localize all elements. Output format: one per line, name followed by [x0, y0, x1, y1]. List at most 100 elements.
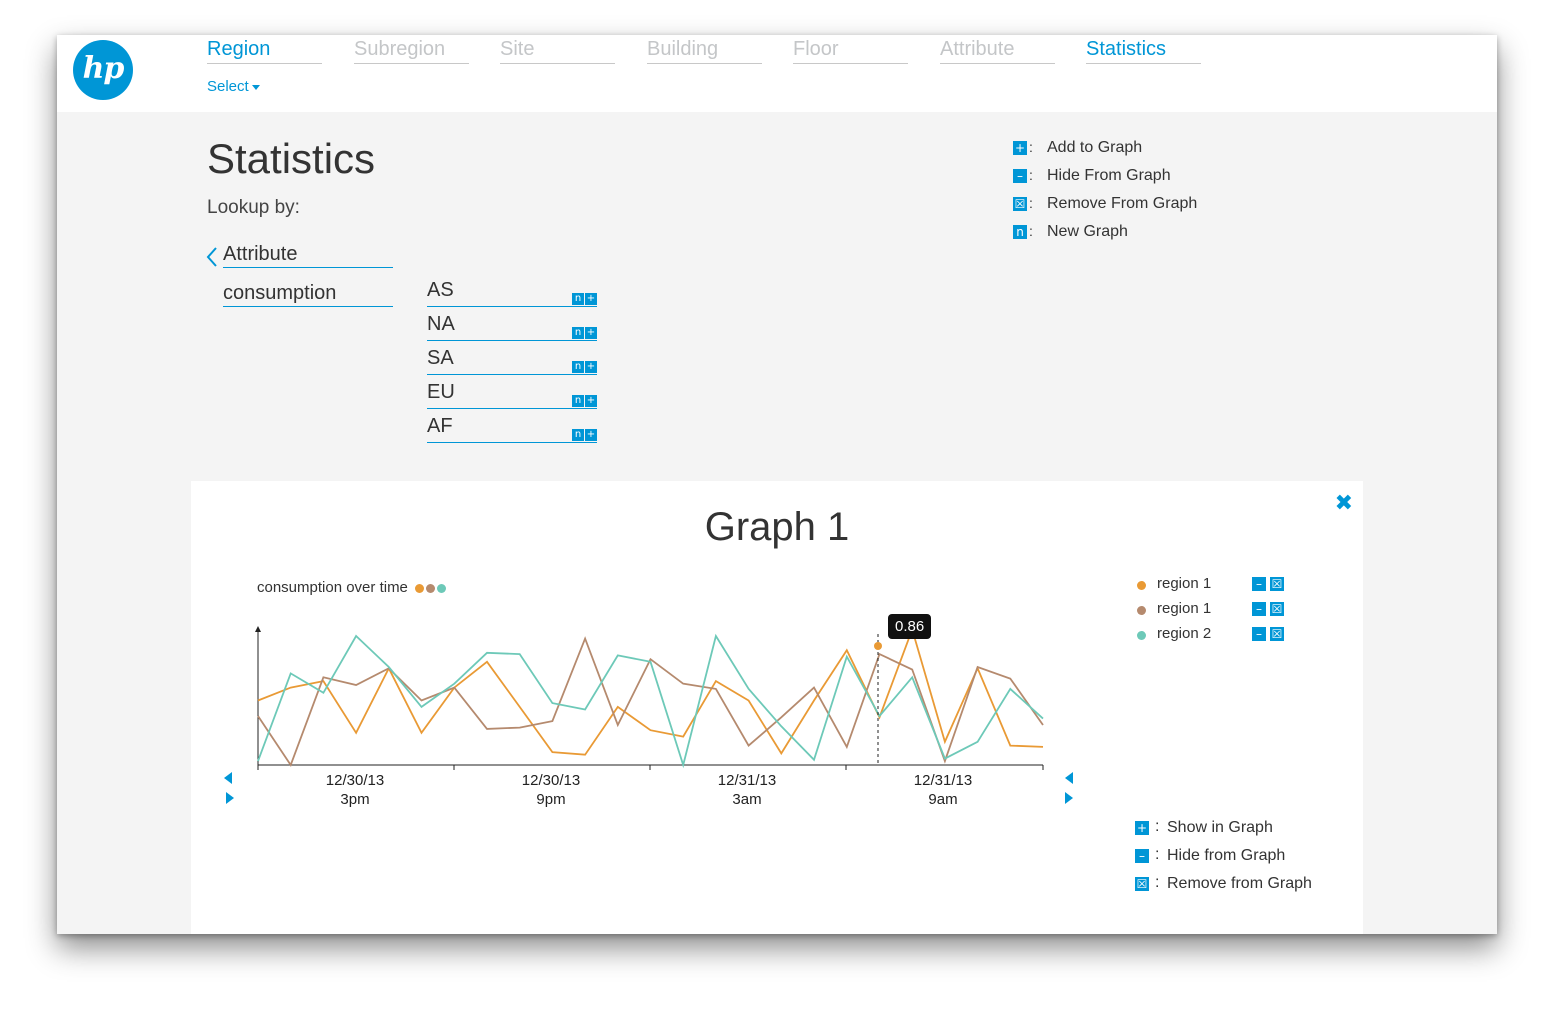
x-tick-label-date: 12/30/13	[522, 772, 580, 789]
series-legend-item: region 1 – ☒	[1137, 575, 1337, 600]
hide-icon[interactable]: –	[1252, 602, 1266, 616]
colon: :	[1029, 167, 1033, 183]
region-actions: n +	[572, 327, 597, 339]
region-label: AS	[427, 279, 454, 301]
y-axis-arrow-icon	[255, 626, 261, 632]
logo-text: hp	[82, 51, 125, 86]
colon: :	[1029, 195, 1033, 211]
series-legend-item: region 2 – ☒	[1137, 625, 1337, 650]
x-tick-label-time: 9am	[928, 791, 957, 808]
hide-icon[interactable]: –	[1252, 577, 1266, 591]
series-actions: – ☒	[1252, 627, 1284, 641]
lookup-label: Lookup by:	[207, 197, 300, 218]
app-window: hp Region Subregion Site Building Floor …	[57, 35, 1497, 934]
value-tooltip: 0.86	[888, 614, 932, 639]
legend-text: Hide from Graph	[1167, 847, 1286, 864]
new-graph-icon[interactable]: n	[572, 293, 584, 305]
caret-down-icon	[251, 84, 260, 90]
page-left-icon[interactable]	[224, 772, 232, 784]
legend-text: Show in Graph	[1167, 819, 1273, 836]
remove-icon[interactable]: ☒	[1270, 577, 1284, 591]
select-dropdown[interactable]: Select	[207, 78, 260, 95]
breadcrumb-region[interactable]: Region	[207, 38, 322, 64]
legend-text: Remove From Graph	[1047, 195, 1198, 212]
region-label: AF	[427, 415, 453, 437]
colon: :	[1155, 874, 1160, 891]
new-graph-icon[interactable]: n	[572, 429, 584, 441]
colon: :	[1155, 818, 1160, 835]
legend-text: Hide From Graph	[1047, 167, 1171, 184]
remove-icon: ☒	[1013, 197, 1027, 211]
new-graph-icon[interactable]: n	[572, 361, 584, 373]
x-tick-label-time: 9pm	[536, 791, 565, 808]
page-right-icon[interactable]	[226, 792, 234, 804]
breadcrumb-attribute[interactable]: Attribute	[940, 38, 1055, 64]
series-name: region 2	[1157, 625, 1212, 642]
remove-icon[interactable]: ☒	[1270, 627, 1284, 641]
add-icon[interactable]: +	[585, 429, 597, 441]
series-dot-icon	[1137, 606, 1146, 615]
region-item-as[interactable]: AS n +	[427, 279, 597, 307]
x-tick-label-date: 12/30/13	[326, 772, 384, 789]
page-title: Statistics	[207, 135, 376, 182]
region-actions: n +	[572, 395, 597, 407]
hp-logo[interactable]: hp	[73, 40, 133, 100]
series-actions: – ☒	[1252, 577, 1284, 591]
breadcrumb-statistics[interactable]: Statistics	[1086, 38, 1201, 64]
colon: :	[1155, 846, 1160, 863]
select-label: Select	[207, 78, 249, 95]
add-icon[interactable]: +	[585, 395, 597, 407]
add-icon[interactable]: +	[585, 293, 597, 305]
breadcrumb-building[interactable]: Building	[647, 38, 762, 64]
new-graph-icon[interactable]: n	[572, 395, 584, 407]
page-right-icon[interactable]	[1065, 792, 1073, 804]
page-left-icon[interactable]	[1065, 772, 1073, 784]
line-chart: 12/30/13 3pm 12/30/13 9pm 12/31/13 3am 12/31/1…	[224, 626, 1073, 808]
hide-icon: –	[1135, 849, 1149, 863]
hide-icon: –	[1013, 169, 1027, 183]
breadcrumb-floor[interactable]: Floor	[793, 38, 908, 64]
region-actions: n +	[572, 361, 597, 373]
region-label: EU	[427, 381, 455, 403]
attribute-selector[interactable]: Attribute	[223, 243, 393, 268]
remove-icon[interactable]: ☒	[1270, 602, 1284, 616]
legend-text: Add to Graph	[1047, 139, 1143, 156]
remove-icon: ☒	[1135, 877, 1149, 891]
add-icon[interactable]: +	[585, 361, 597, 373]
series-legend-item: region 1 – ☒	[1137, 600, 1337, 625]
region-item-sa[interactable]: SA n +	[427, 347, 597, 375]
top-nav-bar: hp Region Subregion Site Building Floor …	[57, 35, 1497, 112]
series-line-2	[257, 636, 1044, 767]
show-icon: +	[1135, 821, 1149, 835]
x-tick-label-time: 3pm	[340, 791, 369, 808]
series-name: region 1	[1157, 600, 1212, 617]
region-item-na[interactable]: NA n +	[427, 313, 597, 341]
series-actions: – ☒	[1252, 602, 1284, 616]
series-dot-icon	[1137, 631, 1146, 640]
breadcrumb-site[interactable]: Site	[500, 38, 615, 64]
region-label: SA	[427, 347, 454, 369]
region-item-eu[interactable]: EU n +	[427, 381, 597, 409]
new-icon: n	[1013, 225, 1027, 239]
region-item-af[interactable]: AF n +	[427, 415, 597, 443]
highlighted-data-point	[874, 642, 882, 650]
breadcrumb-subregion[interactable]: Subregion	[354, 38, 469, 64]
legend-text: Remove from Graph	[1167, 875, 1312, 892]
series-dot-icon	[1137, 581, 1146, 590]
new-graph-icon[interactable]: n	[572, 327, 584, 339]
series-line-1	[257, 626, 1044, 756]
chevron-left-icon[interactable]	[205, 246, 219, 268]
attribute-value-consumption[interactable]: consumption	[223, 282, 393, 307]
region-actions: n +	[572, 429, 597, 441]
legend-text: New Graph	[1047, 223, 1128, 240]
add-icon: +	[1013, 141, 1027, 155]
x-tick-label-date: 12/31/13	[914, 772, 972, 789]
x-tick-label-date: 12/31/13	[718, 772, 776, 789]
add-icon[interactable]: +	[585, 327, 597, 339]
series-line-3	[257, 633, 1044, 769]
region-actions: n +	[572, 293, 597, 305]
colon: :	[1029, 223, 1033, 239]
series-legend: region 1– ☒ region 1– ☒ region 2– ☒	[1137, 575, 1337, 650]
series-name: region 1	[1157, 575, 1212, 592]
hide-icon[interactable]: –	[1252, 627, 1266, 641]
